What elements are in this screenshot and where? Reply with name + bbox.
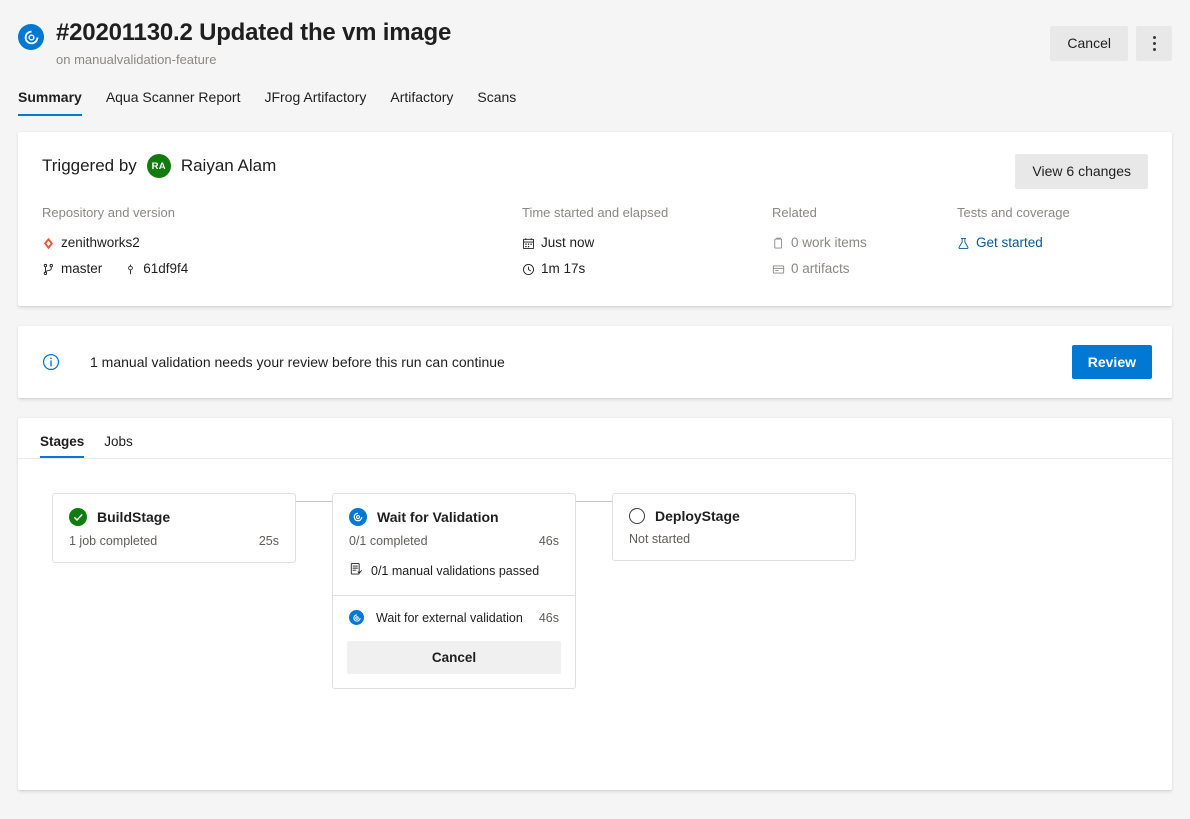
review-button[interactable]: Review	[1072, 345, 1152, 379]
tests-heading: Tests and coverage	[957, 204, 1157, 222]
page-title: #20201130.2 Updated the vm image	[56, 18, 451, 48]
stage-card-wait-for-validation[interactable]: Wait for Validation 0/1 completed 46s	[332, 493, 576, 689]
checklist-icon	[349, 562, 363, 579]
stage-name: DeployStage	[655, 508, 740, 524]
stage-duration: 25s	[259, 534, 279, 548]
time-started-value: Just now	[541, 230, 594, 256]
stages-jobs-tabs: Stages Jobs	[18, 418, 1172, 459]
stage-name: BuildStage	[97, 509, 170, 525]
kebab-menu-icon	[1153, 36, 1156, 51]
stage-list: BuildStage 1 job completed 25s	[52, 493, 1150, 689]
stage-detail: 1 job completed	[69, 534, 157, 548]
tab-jobs[interactable]: Jobs	[104, 434, 133, 458]
branch-subtitle: on manualvalidation-feature	[56, 51, 451, 69]
artifacts-count: 0 artifacts	[791, 256, 850, 282]
stage-graph: BuildStage 1 job completed 25s	[18, 459, 1172, 689]
metadata-related-column: Related 0 work items	[772, 204, 957, 282]
stage-header: DeployStage	[613, 494, 855, 524]
running-circle-icon	[349, 508, 367, 526]
stage-detail: 0/1 completed	[349, 534, 428, 548]
stage-header: BuildStage	[53, 494, 295, 526]
stage-duration: 46s	[539, 534, 559, 548]
metadata-tests-column: Tests and coverage Get started	[957, 204, 1157, 282]
view-changes-button[interactable]: View 6 changes	[1015, 154, 1148, 189]
tests-get-started-row[interactable]: Get started	[957, 230, 1157, 256]
check-item-duration: 46s	[539, 611, 559, 625]
repository-heading: Repository and version	[42, 204, 522, 222]
triggering-user-name: Raiyan Alam	[181, 156, 276, 176]
avatar: RA	[147, 154, 171, 178]
page-header: #20201130.2 Updated the vm image on manu…	[0, 0, 1190, 69]
branch-name: master	[61, 256, 102, 282]
clock-icon	[522, 263, 535, 276]
metadata-time-column: Time started and elapsed	[522, 204, 772, 282]
repository-name: zenithworks2	[61, 230, 140, 256]
work-item-icon	[772, 237, 785, 250]
manual-validation-banner: 1 manual validation needs your review be…	[18, 326, 1172, 398]
related-heading: Related	[772, 204, 957, 222]
branch-icon	[42, 263, 55, 276]
check-item-row[interactable]: Wait for external validation 46s	[333, 596, 575, 635]
stage-status-row: 1 job completed 25s	[53, 526, 295, 562]
header-actions: Cancel	[1050, 26, 1172, 61]
tab-aqua-scanner-report[interactable]: Aqua Scanner Report	[106, 89, 241, 116]
page-content: Triggered by RA Raiyan Alam View 6 chang…	[0, 132, 1190, 790]
work-items-row: 0 work items	[772, 230, 957, 256]
commit-hash: 61df9f4	[143, 256, 188, 282]
azure-pipelines-icon	[18, 24, 44, 50]
work-items-count: 0 work items	[791, 230, 867, 256]
beaker-icon	[957, 237, 970, 250]
branch-item[interactable]: master	[42, 256, 102, 282]
tab-stages[interactable]: Stages	[40, 434, 84, 458]
time-elapsed-row: 1m 17s	[522, 256, 772, 282]
pipeline-tabs: Summary Aqua Scanner Report JFrog Artifa…	[0, 89, 1190, 116]
run-summary-card: Triggered by RA Raiyan Alam View 6 chang…	[18, 132, 1172, 306]
azure-repos-icon	[42, 237, 55, 250]
pipeline-run-page: #20201130.2 Updated the vm image on manu…	[0, 0, 1190, 819]
title-row: #20201130.2 Updated the vm image on manu…	[18, 18, 1158, 69]
stage-footer: Cancel	[333, 635, 575, 688]
commit-icon	[124, 263, 137, 276]
stage-checks-summary[interactable]: 0/1 manual validations passed	[333, 562, 575, 595]
triggered-by-label: Triggered by	[42, 156, 137, 176]
time-started-row: Just now	[522, 230, 772, 256]
stage-name: Wait for Validation	[377, 509, 499, 525]
manual-validation-message: 1 manual validation needs your review be…	[90, 354, 505, 370]
stage-detail: Not started	[629, 532, 690, 546]
artifacts-row: 0 artifacts	[772, 256, 957, 282]
manual-validations-text: 0/1 manual validations passed	[371, 564, 539, 578]
tab-scans[interactable]: Scans	[477, 89, 516, 116]
stage-status-row: Not started	[613, 524, 855, 560]
tab-jfrog-artifactory[interactable]: JFrog Artifactory	[264, 89, 366, 116]
artifact-icon	[772, 263, 785, 276]
stages-panel: Stages Jobs	[18, 418, 1172, 790]
running-circle-icon	[349, 610, 364, 625]
check-item-label: Wait for external validation	[376, 611, 523, 625]
tab-artifactory[interactable]: Artifactory	[390, 89, 453, 116]
metadata-repository-column: Repository and version zenithworks2	[42, 204, 522, 282]
tab-summary[interactable]: Summary	[18, 89, 82, 116]
run-metadata-grid: Repository and version zenithworks2	[42, 204, 1148, 282]
stage-header: Wait for Validation	[333, 494, 575, 526]
triggered-by-row: Triggered by RA Raiyan Alam	[42, 154, 1148, 178]
branch-commit-row: master 61df9f4	[42, 256, 522, 282]
more-actions-button[interactable]	[1136, 26, 1172, 61]
cancel-validation-button[interactable]: Cancel	[347, 641, 561, 674]
time-elapsed-value: 1m 17s	[541, 256, 585, 282]
stage-card-deploystage[interactable]: DeployStage Not started	[612, 493, 856, 561]
check-circle-icon	[69, 508, 87, 526]
repository-row[interactable]: zenithworks2	[42, 230, 522, 256]
empty-circle-icon	[629, 508, 645, 524]
title-block: #20201130.2 Updated the vm image on manu…	[56, 18, 451, 69]
calendar-icon	[522, 237, 535, 250]
cancel-run-button[interactable]: Cancel	[1050, 26, 1128, 61]
stage-card-buildstage[interactable]: BuildStage 1 job completed 25s	[52, 493, 296, 563]
tests-get-started-link[interactable]: Get started	[976, 230, 1043, 256]
info-icon	[42, 353, 60, 371]
time-heading: Time started and elapsed	[522, 204, 772, 222]
commit-item[interactable]: 61df9f4	[124, 256, 188, 282]
stage-status-row: 0/1 completed 46s	[333, 526, 575, 562]
